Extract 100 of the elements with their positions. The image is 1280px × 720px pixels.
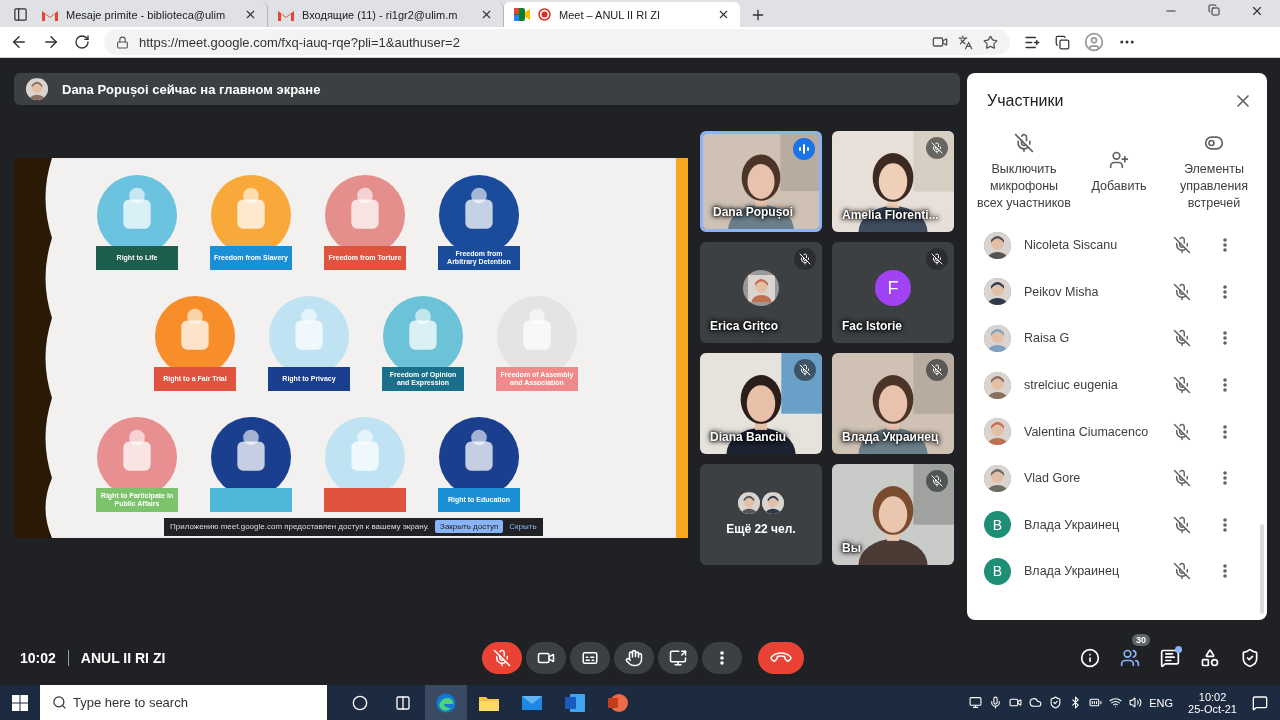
tab-title: Mesaje primite - biblioteca@ulim <box>66 8 227 21</box>
mic-off-icon <box>1014 133 1034 153</box>
browser-tab[interactable]: Meet – ANUL II RI ZI <box>504 2 740 27</box>
banner-text: Dana Popușoi сейчас на главном экране <box>62 81 321 97</box>
tab-title: Входящие (11) - ri1gr2@ulim.m <box>302 8 459 21</box>
tab-title: Meet – ANUL II RI ZI <box>559 8 662 21</box>
browser-icon <box>436 692 456 713</box>
camera-icon[interactable] <box>932 34 948 50</box>
panel-icon <box>12 7 28 22</box>
hide-link[interactable]: Скрыть <box>509 522 537 531</box>
more-icon <box>1223 424 1227 439</box>
shield-icon[interactable] <box>1049 696 1063 709</box>
participant-name: Raisa G <box>1024 331 1071 346</box>
more-icon <box>1223 471 1227 486</box>
volume-icon[interactable] <box>1129 696 1143 709</box>
restore-icon[interactable] <box>1208 3 1220 16</box>
participant-name: Erica Grițco <box>710 318 779 333</box>
panel-title: Участники <box>987 92 1064 110</box>
profile-icon[interactable] <box>1084 32 1104 52</box>
close-icon[interactable] <box>244 8 257 21</box>
address-field[interactable]: https://meet.google.com/fxq-iauq-rqe?pli=1&authuser=2 <box>104 29 1010 55</box>
back-icon[interactable] <box>10 33 28 51</box>
participant-name: Valentina Ciumacenco <box>1024 424 1150 439</box>
camera-icon[interactable] <box>1009 696 1023 709</box>
translate-icon[interactable] <box>958 34 973 50</box>
panel-action-button[interactable]: Элементы управления встречей <box>1167 133 1261 212</box>
more-icon <box>1223 564 1227 579</box>
call-control-button[interactable] <box>658 641 698 674</box>
mail-icon <box>42 8 58 21</box>
circle-icon <box>352 694 368 711</box>
close-icon[interactable] <box>480 8 493 21</box>
participant-name: Fac Istorie <box>842 318 903 333</box>
slides-app-icon <box>608 692 628 713</box>
more-icon <box>1223 284 1227 299</box>
toggle-icon <box>1204 133 1224 153</box>
more-icon <box>1223 517 1227 532</box>
stop-sharing-button[interactable]: Закрыть доступ <box>435 520 504 533</box>
meeting-title: ANUL II RI ZI <box>80 649 166 666</box>
count-badge: 30 <box>1132 633 1150 646</box>
panel-action-button[interactable]: Выключить микрофоны всех участников <box>977 133 1071 212</box>
panel-action-button[interactable]: Добавить <box>1072 133 1166 212</box>
more-participants-text: Ещё 22 чел. <box>726 522 796 536</box>
battery-icon[interactable] <box>1089 696 1103 709</box>
call-control-button[interactable] <box>702 641 742 674</box>
letter-avatar: В <box>984 557 1011 585</box>
more-icon <box>720 650 724 665</box>
call-control-button[interactable] <box>482 641 522 674</box>
add-person-icon <box>1109 150 1129 170</box>
call-control-button[interactable] <box>570 641 610 674</box>
taskbar-app-button[interactable] <box>425 685 467 720</box>
letter-avatar: В <box>984 511 1011 539</box>
task-view-icon <box>395 694 411 711</box>
notifications-icon[interactable] <box>1252 694 1268 711</box>
more-icon <box>1223 238 1227 253</box>
hand-icon <box>625 648 643 667</box>
language-indicator[interactable]: ENG <box>1149 696 1174 709</box>
lock-icon <box>116 35 129 49</box>
participant-name: Влада Украинец <box>1024 517 1121 532</box>
participant-name: Nicoleta Siscanu <box>1024 238 1119 253</box>
mic-icon[interactable] <box>989 696 1003 709</box>
meeting-time: 10:02 <box>20 649 56 666</box>
mail-icon <box>278 8 294 21</box>
more-icon <box>1223 378 1227 393</box>
mail-icon <box>522 695 542 710</box>
present-screen-icon <box>669 648 687 667</box>
more-icon <box>1223 331 1227 346</box>
participant-name: strelciuc eugenia <box>1024 378 1119 393</box>
collections-icon[interactable] <box>1055 34 1070 50</box>
info-icon <box>1080 647 1100 668</box>
star-icon[interactable] <box>983 34 998 50</box>
monitor-icon[interactable] <box>969 696 983 709</box>
wifi-icon[interactable] <box>1109 696 1123 709</box>
url-text: https://meet.google.com/fxq-iauq-rqe?pli=1&authuser=2 <box>139 34 461 50</box>
call-control-button[interactable] <box>526 641 566 674</box>
participant-name: Vlad Gore <box>1024 471 1082 486</box>
shield-icon <box>1240 647 1260 668</box>
cloud-icon[interactable] <box>1029 696 1043 709</box>
call-control-button[interactable] <box>614 641 654 674</box>
participant-name: Влада Украинец <box>1024 564 1121 579</box>
forward-icon[interactable] <box>42 33 60 51</box>
search-field[interactable]: Type here to search <box>40 685 327 720</box>
video-camera-icon <box>514 8 530 21</box>
participant-name: Peikov Misha <box>1024 284 1100 299</box>
notice-text: Приложению meet.google.com предоставлен доступ к вашему экрану. <box>170 522 430 531</box>
leave-call-button[interactable] <box>758 641 804 674</box>
participant-name: Вы <box>842 540 861 555</box>
scrollbar[interactable] <box>1260 524 1264 614</box>
mic-off-icon <box>493 648 511 667</box>
clock-date: 25-Oct-21 <box>1188 702 1237 715</box>
people-icon <box>1120 647 1140 668</box>
clock-time: 10:02 <box>1198 690 1227 703</box>
windows-logo-icon <box>12 694 28 711</box>
chat-icon <box>1160 647 1180 668</box>
document-app-icon <box>565 693 585 712</box>
reload-icon[interactable] <box>74 34 90 50</box>
letter-avatar: F <box>875 270 911 306</box>
shapes-icon <box>1200 647 1220 668</box>
folder-icon <box>479 694 499 711</box>
search-icon <box>52 695 67 710</box>
close-icon[interactable] <box>717 8 730 21</box>
